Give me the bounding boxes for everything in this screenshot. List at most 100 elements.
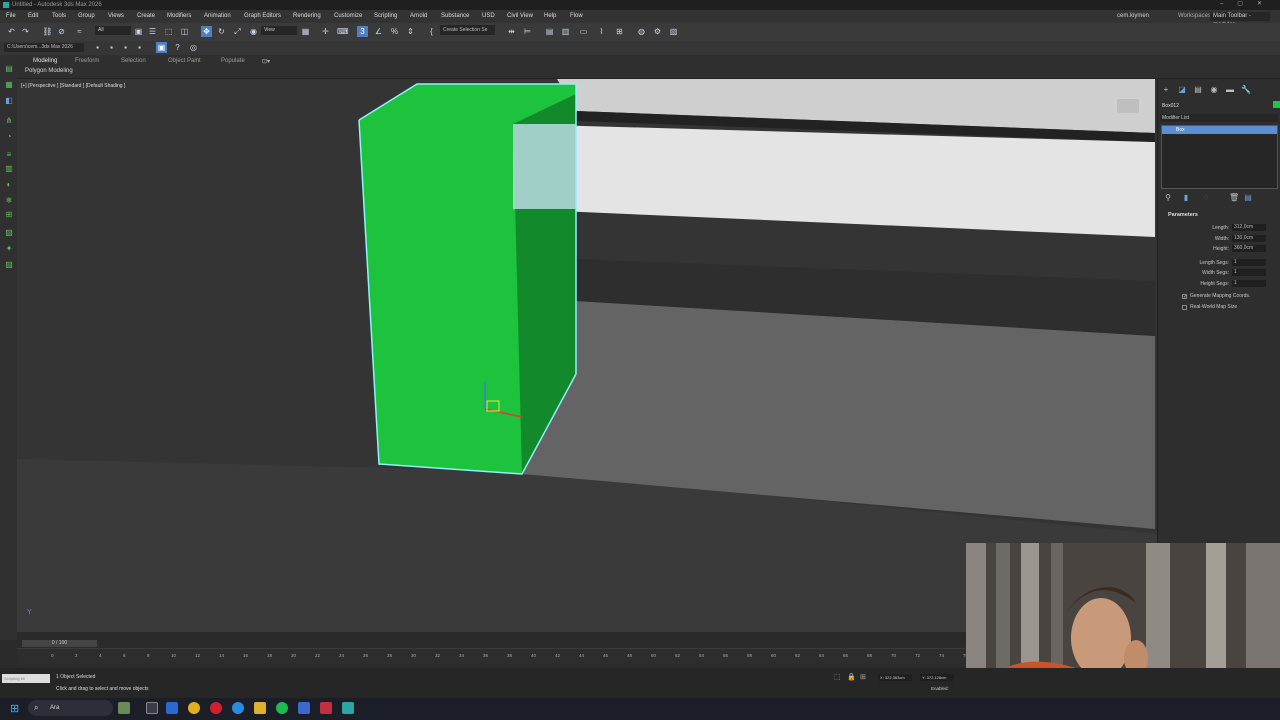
display-tab-icon[interactable]: ▬ [1225,85,1235,95]
menu-graph-editors[interactable]: Graph Editors [244,10,281,23]
group-tool-icon[interactable]: ⊞ [4,210,14,219]
select-by-name-icon[interactable]: ☰ [147,26,158,37]
window-controls[interactable]: –▢✕ [1220,0,1276,7]
create-selection-set-field[interactable]: Create Selection Se [440,25,495,35]
menu-tools[interactable]: Tools [52,10,66,23]
x-coordinate-field[interactable]: X: 322,363cm [878,674,912,681]
ribbon-options-icon[interactable]: ⊡▾ [262,58,270,65]
transform-mode-icon[interactable]: ⊞ [860,673,866,681]
time-slider-track[interactable] [17,632,966,642]
3dsmax-taskbar-icon[interactable] [342,702,354,714]
layer-explorer-icon[interactable]: ▥ [560,26,571,37]
app-icon[interactable] [298,702,310,714]
select-scale-icon[interactable]: ⤢ [232,26,243,37]
motion-tab-icon[interactable]: ◉ [1209,85,1219,95]
reference-coordinate-dropdown[interactable]: View [261,26,297,35]
object-color-swatch[interactable] [1273,101,1280,108]
menu-edit[interactable]: Edit [28,10,38,23]
hide-tool-icon[interactable]: ◐ [4,180,14,189]
menu-modifiers[interactable]: Modifiers [167,10,191,23]
bind-space-warp-icon[interactable]: ≈ [74,26,85,37]
real-world-map-checkbox[interactable]: Real-World Map Size [1160,304,1278,315]
width-segs-spinner[interactable]: 1 [1232,269,1266,276]
maxscript-listener-field[interactable]: Scripting Mi [2,674,50,683]
menu-substance[interactable]: Substance [441,10,469,23]
light-tool-icon[interactable]: ✦ [4,244,14,253]
configure-sets-icon[interactable]: ▤ [1243,193,1253,203]
chrome-icon[interactable] [188,702,200,714]
width-spinner[interactable]: 130,0cm [1232,234,1266,242]
stack-item-box[interactable]: Box [1162,126,1277,134]
sync-icon[interactable]: ◎ [188,42,199,53]
app2-icon[interactable] [320,702,332,714]
undo-icon[interactable]: ↶ [6,26,17,37]
opera-icon[interactable] [210,702,222,714]
project-open-icon[interactable]: ▪ [106,42,117,53]
menu-rendering[interactable]: Rendering [293,10,321,23]
minimize-button[interactable]: – [1220,1,1237,7]
maximize-button[interactable]: ▢ [1237,1,1257,7]
link-icon[interactable]: ⛓ [42,26,53,37]
tab-populate[interactable]: Populate [221,58,245,64]
workspace-dropdown[interactable]: Main Toolbar - modular [1210,12,1270,28]
menu-views[interactable]: Views [108,10,124,23]
project-folder-icon[interactable]: ▪ [92,42,103,53]
windows-start-icon[interactable]: ⊞ [10,702,19,715]
pivot-icon[interactable]: ▦ [300,26,311,37]
render-setup-icon[interactable]: ⚙ [652,26,663,37]
length-spinner[interactable]: 312,0cm [1232,224,1266,231]
select-tool-icon[interactable]: ▦ [4,80,14,89]
angle-snap-icon[interactable]: ∠ [373,26,384,37]
parameters-title[interactable]: Parameters [1160,212,1278,218]
tab-selection[interactable]: Selection [121,58,146,64]
keyboard-shortcut-icon[interactable]: ⌨ [337,26,349,37]
filter-tool-icon[interactable]: ≡ [4,150,14,159]
spotify-icon[interactable] [276,702,288,714]
widget-icon[interactable] [118,702,130,714]
task-view-icon[interactable] [146,702,158,714]
modify-tab-icon[interactable]: ◪ [1177,85,1187,95]
window-crossing-icon[interactable]: ◫ [179,26,190,37]
menu-group[interactable]: Group [78,10,95,23]
select-manipulate-icon[interactable]: ✛ [320,26,331,37]
tab-modeling[interactable]: Modeling [33,58,57,64]
menu-customize[interactable]: Customize [334,10,362,23]
spinner-snap-icon[interactable]: ⇕ [405,26,416,37]
selection-region-icon[interactable]: ⬚ [163,26,174,37]
percent-snap-icon[interactable]: % [389,26,400,37]
menu-file[interactable]: File [6,10,16,23]
grid-tool-icon[interactable]: ▨ [4,260,14,269]
hierarchy-tab-icon[interactable]: ▤ [1193,85,1203,95]
close-button[interactable]: ✕ [1257,1,1276,7]
viewport-label[interactable]: [+] [Perspective ] [Standard ] [Default … [21,83,125,89]
project-save-icon[interactable]: ▪ [120,42,131,53]
y-coordinate-field[interactable]: Y: 372,128cm [920,674,954,681]
utilities-tab-icon[interactable]: 🔧 [1241,85,1251,95]
align-icon[interactable]: ⊨ [522,26,533,37]
schematic-view-icon[interactable]: ⊞ [614,26,625,37]
menu-animation[interactable]: Animation [204,10,231,23]
menu-help[interactable]: Help [544,10,556,23]
ribbon-panel-polygon-modeling[interactable]: Polygon Modeling [25,68,73,74]
select-move-icon[interactable]: ✥ [201,26,212,37]
menu-create[interactable]: Create [137,10,155,23]
make-unique-icon[interactable]: ◌ [1201,193,1211,203]
placement-icon[interactable]: ◉ [248,26,259,37]
file-explorer-icon[interactable] [254,702,266,714]
unlink-icon[interactable]: ⊘ [56,26,67,37]
generate-mapping-checkbox[interactable]: ✓ Generate Mapping Coords. [1160,293,1278,304]
snaps-toggle-icon[interactable]: 3 [357,26,368,37]
edge-icon[interactable] [232,702,244,714]
show-end-result-icon[interactable]: ▮ [1181,193,1191,203]
render-frame-icon[interactable]: ▧ [668,26,679,37]
height-spinner[interactable]: 360,0cm [1232,245,1266,252]
store-icon[interactable] [166,702,178,714]
create-tab-icon[interactable]: + [1161,85,1171,95]
object-name-field[interactable]: Box012 [1162,102,1270,110]
select-rotate-icon[interactable]: ↻ [216,26,227,37]
freeze-tool-icon[interactable]: ❄ [4,196,14,205]
project-settings-icon[interactable]: ▪ [134,42,145,53]
height-segs-spinner[interactable]: 1 [1232,279,1266,287]
motion-tool-icon[interactable]: ◔ [4,132,14,141]
pin-stack-icon[interactable]: ⚲ [1163,193,1173,203]
